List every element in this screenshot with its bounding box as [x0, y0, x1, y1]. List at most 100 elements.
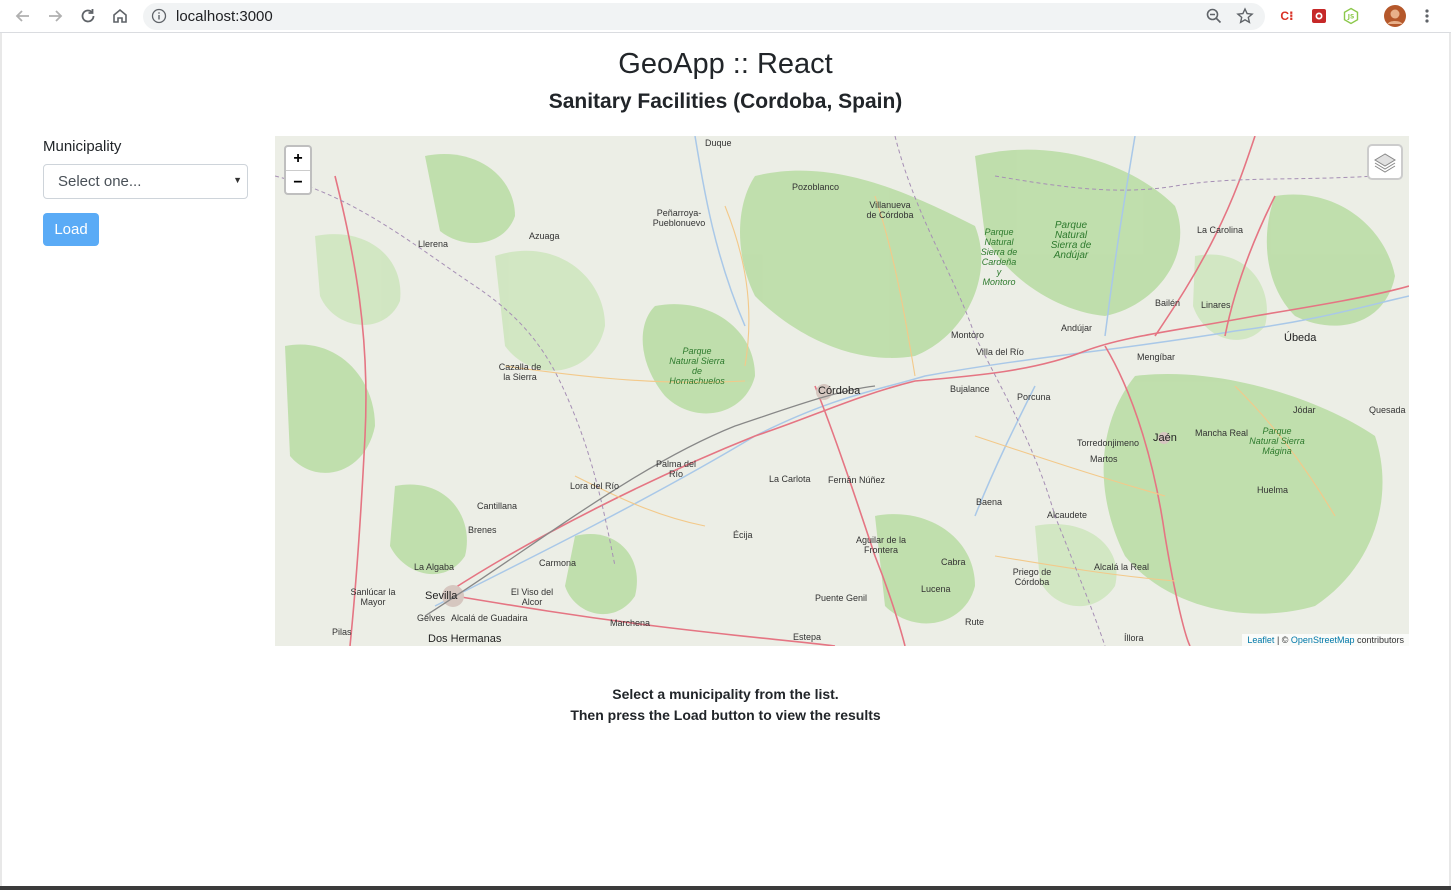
place-label: Jódar: [1293, 405, 1316, 415]
place-label: Puente Genil: [815, 593, 868, 603]
place-label: Mengíbar: [1137, 352, 1176, 362]
extension-red-icon[interactable]: [1308, 5, 1330, 27]
back-button[interactable]: [11, 4, 35, 28]
extension-c-icon[interactable]: C⁝: [1276, 5, 1298, 27]
reload-icon: [81, 9, 95, 23]
map-container[interactable]: Duque Pozoblanco Villanueva de Córdoba P…: [275, 136, 1409, 646]
place-label: Villa del Río: [976, 347, 1024, 357]
place-label: Alcalá de Guadaira: [451, 613, 528, 623]
place-label: Martos: [1090, 454, 1118, 464]
place-label: Torredonjimeno: [1077, 438, 1140, 448]
municipality-label: Municipality: [43, 138, 122, 155]
attribution-separator: | ©: [1274, 635, 1291, 645]
place-label: Llerena: [418, 239, 449, 249]
park-label: Parque Natural Sierra Mágina: [1249, 426, 1305, 456]
place-label: Bujalance: [950, 384, 990, 394]
place-label: Mancha Real: [1195, 428, 1249, 438]
place-label: Fernán Núñez: [828, 475, 886, 485]
place-label: Gelves: [417, 613, 446, 623]
place-label: Íllora: [1124, 633, 1144, 643]
park-label: Parque Natural Sierra de Andújar: [1050, 220, 1092, 261]
map-attribution: Leaflet | © OpenStreetMap contributors: [1242, 634, 1409, 646]
home-icon: [113, 8, 127, 23]
instructions: Select a municipality from the list. The…: [0, 684, 1451, 726]
taskbar-edge: [0, 886, 1451, 890]
page-subtitle: Sanitary Facilities (Cordoba, Spain): [548, 90, 903, 113]
menu-kebab-icon[interactable]: [1416, 5, 1438, 27]
place-label: Baena: [976, 497, 1003, 507]
place-label: La Algaba: [414, 562, 455, 572]
load-button[interactable]: Load: [43, 213, 99, 246]
info-icon[interactable]: [151, 8, 167, 29]
place-label: Alcaudete: [1047, 510, 1088, 520]
place-label: Pilas: [332, 627, 352, 637]
place-label: La Carlota: [769, 474, 811, 484]
place-label: Brenes: [468, 525, 497, 535]
place-label: Peñarroya-Pueblonuevo: [652, 208, 706, 228]
zoom-out-button[interactable]: −: [286, 170, 310, 194]
place-label: Cantillana: [477, 501, 518, 511]
leaflet-link[interactable]: Leaflet: [1247, 635, 1274, 645]
page-title: GeoApp :: React: [618, 48, 833, 80]
place-label: Lora del Río: [570, 481, 620, 491]
select-value: Select one...: [58, 173, 142, 190]
place-label: Alcalá la Real: [1094, 562, 1150, 572]
place-label: Dos Hermanas: [428, 633, 502, 645]
park-label: Parque Natural Sierra de Cardeña y Monto…: [980, 227, 1018, 287]
place-label: Úbeda: [1284, 332, 1317, 344]
place-label: Pozoblanco: [792, 182, 840, 192]
bookmark-star-icon[interactable]: [1236, 7, 1254, 30]
arrow-right-icon: [49, 10, 63, 22]
place-label: La Carolina: [1197, 225, 1244, 235]
place-label: Estepa: [793, 632, 822, 642]
place-label: Quesada: [1369, 405, 1406, 415]
place-label: Villanueva de Córdoba: [866, 200, 914, 220]
layers-button[interactable]: [1367, 144, 1403, 180]
window-frame-left: [0, 33, 2, 890]
place-label: Sanlúcar la Mayor: [350, 587, 396, 607]
place-label: Azuaga: [529, 231, 560, 241]
place-label: Huelma: [1257, 485, 1289, 495]
profile-avatar[interactable]: [1384, 5, 1406, 27]
zoom-icon[interactable]: [1205, 7, 1223, 30]
caret-down-icon: ▼: [233, 175, 242, 185]
place-label: Palma del Río: [655, 459, 697, 479]
osm-link[interactable]: OpenStreetMap: [1291, 635, 1355, 645]
place-label: Linares: [1201, 300, 1231, 310]
instruction-line-2: Then press the Load button to view the r…: [570, 707, 881, 723]
reload-button[interactable]: [76, 4, 100, 28]
place-label: El Viso del Alcor: [510, 587, 554, 607]
home-button[interactable]: [108, 4, 132, 28]
place-label: Andújar: [1061, 323, 1093, 333]
place-label: Montoro: [951, 330, 985, 340]
place-label: Cabra: [941, 557, 966, 567]
url-text[interactable]: localhost:3000: [176, 8, 273, 25]
place-label: Priego de Córdoba: [1012, 567, 1052, 587]
instruction-line-1: Select a municipality from the list.: [612, 686, 839, 702]
park-label: Parque Natural Sierra de Hornachuelos: [669, 346, 725, 386]
forward-button[interactable]: [43, 4, 67, 28]
place-label: Aguilar de la Frontera: [855, 535, 907, 555]
municipality-select[interactable]: Select one... ▼: [43, 164, 248, 199]
svg-text:JS: JS: [1347, 14, 1355, 21]
zoom-control: + −: [284, 145, 312, 195]
nodejs-icon[interactable]: JS: [1340, 5, 1362, 27]
place-label: Écija: [733, 530, 753, 540]
place-label: Rute: [965, 617, 985, 627]
layers-icon: [1374, 153, 1396, 173]
place-label: Cazalla de la Sierra: [498, 362, 542, 382]
address-bar[interactable]: localhost:3000: [143, 3, 1265, 30]
place-label: Bailén: [1155, 298, 1181, 308]
arrow-left-icon: [15, 10, 29, 22]
place-label: Porcuna: [1017, 392, 1051, 402]
place-label: Lucena: [921, 584, 951, 594]
attribution-tail: contributors: [1354, 635, 1404, 645]
place-label: Duque: [705, 138, 732, 148]
browser-toolbar: localhost:3000 C⁝ JS: [0, 0, 1451, 33]
place-label: Jaén: [1153, 432, 1177, 444]
place-label: Carmona: [539, 558, 577, 568]
place-label: Córdoba: [818, 385, 861, 397]
place-label: Sevilla: [425, 590, 458, 602]
place-label: Marchena: [610, 618, 651, 628]
zoom-in-button[interactable]: +: [286, 147, 310, 170]
